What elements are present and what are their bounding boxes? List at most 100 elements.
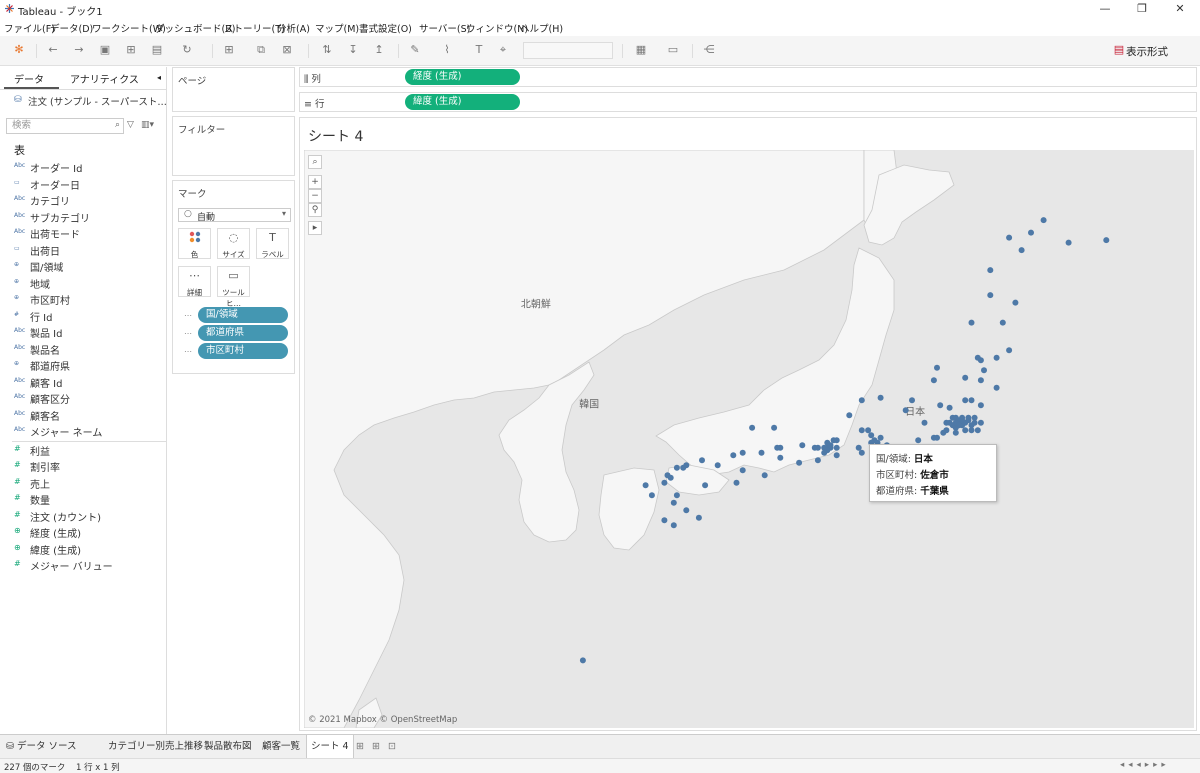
size-button[interactable]: ◌ サイズ (217, 228, 250, 259)
city-mark[interactable] (739, 467, 746, 474)
tab-product-scatter[interactable]: 製品散布図 (200, 735, 256, 758)
view-options-icon[interactable]: ▥▾ (141, 120, 154, 130)
city-mark[interactable] (761, 472, 768, 479)
menu-window[interactable]: ウィンドウ(N) (466, 21, 528, 35)
field-item[interactable]: ▭ 出荷日 (0, 242, 167, 258)
sort-descending-icon[interactable]: ↥ (372, 43, 386, 57)
field-item[interactable]: Abc メジャー ネーム (0, 423, 167, 439)
tab-data[interactable]: データ (14, 71, 44, 86)
city-mark[interactable] (670, 522, 677, 529)
city-mark[interactable] (977, 419, 984, 426)
city-mark[interactable] (962, 374, 969, 381)
city-mark[interactable] (937, 402, 944, 409)
map-tools-expand-icon[interactable]: ▸ (308, 221, 322, 235)
city-mark[interactable] (865, 427, 872, 434)
city-mark[interactable] (648, 492, 655, 499)
field-item[interactable]: ⊕ 緯度 (生成) (0, 541, 167, 557)
tab-datasource[interactable]: ⛁ データ ソース (2, 735, 81, 758)
field-item[interactable]: Abc 製品 Id (0, 324, 167, 340)
city-mark[interactable] (930, 434, 937, 441)
city-mark[interactable] (1018, 247, 1025, 254)
refresh-icon[interactable]: ↻ (180, 43, 194, 57)
close-button[interactable]: ✕ (1160, 0, 1200, 18)
highlight-icon[interactable]: ✎ (408, 43, 422, 57)
field-item[interactable]: # 割引率 (0, 458, 167, 474)
field-item[interactable]: # 行 Id (0, 308, 167, 324)
collapse-pane-icon[interactable]: ◂ (157, 73, 161, 82)
city-mark[interactable] (667, 474, 674, 481)
city-mark[interactable] (824, 439, 831, 446)
city-mark[interactable] (921, 419, 928, 426)
presentation-mode-icon[interactable]: ▭ (666, 43, 680, 57)
group-icon[interactable]: ⌇ (440, 43, 454, 57)
new-story-icon[interactable]: ⊡ (384, 735, 400, 758)
new-datasource-icon[interactable]: ⊞ (124, 43, 138, 57)
city-mark[interactable] (1065, 239, 1072, 246)
city-mark[interactable] (915, 437, 922, 444)
city-mark[interactable] (1006, 234, 1013, 241)
city-mark[interactable] (1028, 229, 1034, 236)
datasource-name[interactable]: 注文 (サンプル - スーパースト… (28, 94, 167, 108)
fit-dropdown[interactable] (523, 42, 613, 59)
show-me-icon[interactable]: ▤ (1112, 43, 1126, 57)
city-mark[interactable] (974, 427, 981, 434)
city-mark[interactable] (799, 442, 806, 449)
menu-file[interactable]: ファイル(F) (4, 21, 55, 35)
rows-shelf[interactable]: ≡ 行 緯度 (生成) (299, 92, 1197, 112)
field-item[interactable]: Abc カテゴリ (0, 192, 167, 208)
city-mark[interactable] (661, 479, 668, 486)
city-mark[interactable] (858, 397, 865, 404)
city-mark[interactable] (934, 364, 940, 371)
city-mark[interactable] (974, 354, 981, 361)
city-mark[interactable] (830, 437, 837, 444)
restore-button[interactable]: ❐ (1122, 0, 1162, 18)
city-mark[interactable] (702, 482, 709, 489)
city-mark[interactable] (699, 457, 705, 464)
marks-pill-prefecture[interactable]: 都道府県 (198, 325, 288, 341)
city-mark[interactable] (579, 657, 586, 664)
field-item[interactable]: # 注文 (カウント) (0, 508, 167, 524)
city-mark[interactable] (959, 417, 966, 424)
zoom-in-icon[interactable]: + (308, 175, 322, 189)
city-mark[interactable] (833, 452, 840, 459)
mark-type-dropdown[interactable]: ○ 自動 ▾ (178, 208, 291, 223)
city-mark[interactable] (774, 444, 781, 451)
pages-card[interactable]: ページ (172, 67, 295, 112)
city-mark[interactable] (758, 449, 765, 456)
tab-sheet-4[interactable]: シート 4 (306, 735, 354, 758)
fix-axes-icon[interactable]: ⌖ (496, 43, 510, 57)
field-item[interactable]: Abc 顧客 Id (0, 374, 167, 390)
city-mark[interactable] (940, 429, 947, 436)
menu-server[interactable]: サーバー(S) (419, 21, 470, 35)
menu-data[interactable]: データ(D) (50, 21, 93, 35)
city-mark[interactable] (739, 449, 746, 456)
new-worksheet-icon[interactable]: ⊞ (222, 43, 236, 57)
minimize-button[interactable]: — (1085, 0, 1125, 18)
menu-help[interactable]: ヘルプ(H) (520, 21, 563, 35)
field-item[interactable]: ▭ オーダー日 (0, 176, 167, 192)
city-mark[interactable] (1006, 347, 1013, 354)
field-item[interactable]: # 売上 (0, 475, 167, 491)
city-mark[interactable] (1103, 237, 1110, 244)
city-mark[interactable] (730, 452, 737, 459)
search-input[interactable]: 検索 (6, 118, 124, 134)
map-attribution[interactable]: © 2021 Mapbox © OpenStreetMap (308, 715, 457, 725)
city-mark[interactable] (680, 464, 687, 471)
city-mark[interactable] (930, 377, 937, 384)
map-search-icon[interactable]: ⌕ (308, 155, 322, 169)
city-mark[interactable] (858, 427, 865, 434)
city-mark[interactable] (1040, 217, 1047, 224)
city-mark[interactable] (968, 319, 975, 326)
city-mark[interactable] (993, 354, 1000, 361)
city-mark[interactable] (814, 457, 821, 464)
city-mark[interactable] (952, 429, 959, 436)
city-mark[interactable] (877, 434, 884, 441)
city-mark[interactable] (965, 414, 972, 421)
city-mark[interactable] (943, 419, 950, 426)
city-mark[interactable] (977, 377, 984, 384)
new-dashboard-icon[interactable]: ⊞ (368, 735, 384, 758)
city-mark[interactable] (833, 444, 840, 451)
field-item[interactable]: Abc サブカテゴリ (0, 209, 167, 225)
city-mark[interactable] (858, 449, 865, 456)
filter-icon[interactable]: ▽ (127, 120, 134, 130)
